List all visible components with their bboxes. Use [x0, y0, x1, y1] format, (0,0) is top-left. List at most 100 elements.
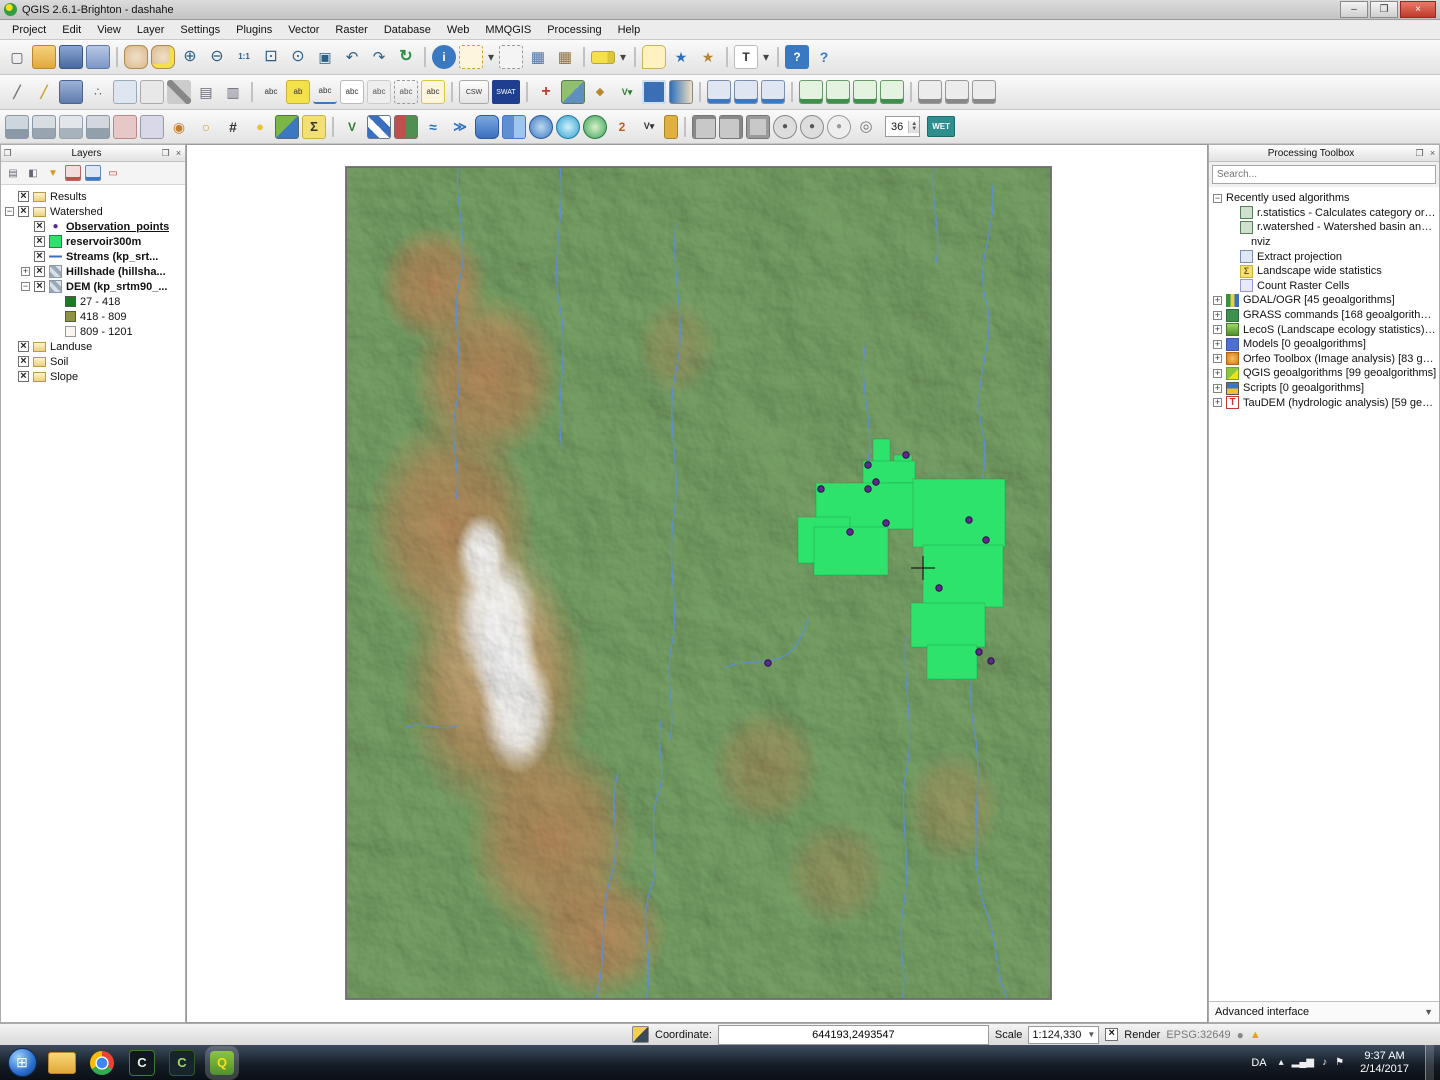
measure-line-icon[interactable]: [591, 50, 615, 64]
remove-layer-icon[interactable]: ▭: [105, 165, 121, 181]
tree-expander-icon[interactable]: +: [1213, 295, 1222, 305]
zoom-to-selection-icon[interactable]: ⊙: [286, 45, 310, 69]
coordinate-input[interactable]: [717, 1024, 989, 1045]
raster-mask-icon[interactable]: [719, 114, 743, 139]
vector-table-green-icon[interactable]: [853, 80, 877, 104]
terrain-analysis-icon[interactable]: [32, 114, 56, 139]
zoom-out-icon[interactable]: ⊖: [205, 45, 229, 69]
map-tips-icon[interactable]: [642, 45, 666, 69]
layer-tree-row[interactable]: 809 - 1201: [3, 324, 183, 339]
menu-item[interactable]: Web: [439, 22, 477, 38]
contour-icon[interactable]: [59, 114, 83, 139]
buffer-dark-icon[interactable]: ●: [773, 114, 797, 139]
layer-tree-row[interactable]: × ● Observation_points: [3, 219, 183, 234]
spinner-arrows-icon[interactable]: ▲ ▼: [908, 120, 920, 133]
show-hidden-icons-icon[interactable]: ▴: [1279, 1057, 1284, 1068]
layer-tree-row[interactable]: − × DEM (kp_srtm90_...: [3, 279, 183, 294]
reshape-icon[interactable]: [113, 114, 137, 139]
taskbar-app[interactable]: [83, 1047, 121, 1078]
layer-visibility-checkbox[interactable]: ×: [18, 356, 29, 367]
close-button[interactable]: ×: [1400, 1, 1436, 18]
layer-tree-row[interactable]: × Results: [3, 189, 183, 204]
raster-clip-icon[interactable]: [746, 114, 770, 139]
copy-features-icon[interactable]: ▤: [194, 80, 218, 104]
algorithm-search-input[interactable]: [1212, 165, 1436, 184]
algorithm-tree-row[interactable]: + Scripts [0 geoalgorithms]: [1211, 381, 1437, 396]
csw-button[interactable]: CSW: [459, 80, 489, 104]
node-tool-icon[interactable]: [140, 80, 164, 104]
select-dropdown-arrow-icon[interactable]: ▾: [486, 45, 496, 69]
label-pinned-icon[interactable]: abc: [313, 80, 337, 104]
measure-dropdown-arrow-icon[interactable]: ▾: [618, 45, 628, 69]
zoom-in-icon[interactable]: ⊕: [178, 45, 202, 69]
interface-mode-select[interactable]: Advanced interface ▼: [1209, 1001, 1439, 1022]
label-icon[interactable]: abc: [259, 80, 283, 104]
messages-icon[interactable]: ●: [1237, 1028, 1244, 1042]
georeferencer-icon[interactable]: [561, 80, 585, 104]
open-project-icon[interactable]: [32, 45, 56, 69]
red-green-pair-icon[interactable]: [394, 114, 418, 139]
move-feature-icon[interactable]: [113, 80, 137, 104]
blue-rounded-icon[interactable]: [475, 114, 499, 139]
tree-expander-icon[interactable]: +: [1213, 325, 1222, 335]
v-dropdown-icon[interactable]: V▾: [637, 115, 661, 139]
select-features-icon[interactable]: [459, 45, 483, 69]
blue-pair-icon[interactable]: [502, 114, 526, 139]
swat-button[interactable]: SWAT: [492, 80, 520, 104]
layer-visibility-checkbox[interactable]: ×: [34, 236, 45, 247]
help-contents-icon[interactable]: ?: [785, 45, 809, 69]
buffer-gray-icon[interactable]: ●: [827, 114, 851, 139]
layer-tree-row[interactable]: × reservoir300m: [3, 234, 183, 249]
rotate-label-icon[interactable]: abc: [394, 80, 418, 104]
layer-visibility-checkbox[interactable]: ×: [34, 251, 45, 262]
manage-layer-visibility-icon[interactable]: ◧: [25, 165, 41, 181]
menu-item[interactable]: Project: [4, 22, 54, 38]
gradient-tool-icon[interactable]: [669, 80, 693, 104]
annotation-dropdown-arrow-icon[interactable]: ▾: [761, 45, 771, 69]
identify-features-icon[interactable]: i: [432, 45, 456, 69]
tree-expander-icon[interactable]: +: [21, 267, 30, 276]
gray-table-icon[interactable]: [945, 80, 969, 104]
graticule-grid-icon[interactable]: #: [221, 115, 245, 139]
statistics-sigma-icon[interactable]: Σ: [302, 114, 326, 139]
taskbar-app[interactable]: C: [163, 1047, 201, 1078]
text-annotation-icon[interactable]: T: [734, 45, 758, 69]
panel-undock-icon[interactable]: ❐: [159, 148, 172, 159]
menu-item[interactable]: Settings: [172, 22, 228, 38]
layer-visibility-checkbox[interactable]: ×: [18, 341, 29, 352]
layer-tree-row[interactable]: × Soil: [3, 354, 183, 369]
buffer-dark-icon[interactable]: ●: [800, 114, 824, 139]
menu-item[interactable]: Plugins: [228, 22, 280, 38]
open-attribute-table-icon[interactable]: ▦: [526, 45, 550, 69]
tree-expander-icon[interactable]: −: [5, 207, 14, 216]
menu-item[interactable]: Help: [610, 22, 649, 38]
refresh-map-icon[interactable]: ↻: [394, 45, 418, 69]
algorithm-tree-row[interactable]: − Recently used algorithms: [1211, 191, 1437, 206]
layer-visibility-checkbox[interactable]: ×: [18, 191, 29, 202]
algorithm-tree-row[interactable]: + GRASS commands [168 geoalgorithms]: [1211, 308, 1437, 323]
save-project-as-icon[interactable]: [86, 45, 110, 69]
blue-wave-icon[interactable]: ≈: [421, 115, 445, 139]
menu-item[interactable]: Edit: [54, 22, 89, 38]
network-icon[interactable]: ▂▄▆: [1292, 1057, 1314, 1068]
move-label-icon[interactable]: abc: [367, 80, 391, 104]
wet-button[interactable]: WET: [927, 116, 955, 137]
algorithm-tree-row[interactable]: nviz: [1211, 235, 1437, 250]
layer-visibility-checkbox[interactable]: ×: [18, 206, 29, 217]
layer-visibility-checkbox[interactable]: ×: [34, 266, 45, 277]
heatmap-icon[interactable]: [86, 114, 110, 139]
tree-expander-icon[interactable]: +: [1213, 398, 1222, 408]
tree-expander-icon[interactable]: +: [1213, 383, 1222, 393]
language-indicator[interactable]: DA: [1247, 1055, 1270, 1071]
algorithm-tree-row[interactable]: Σ Landscape wide statistics: [1211, 264, 1437, 279]
menu-item[interactable]: Raster: [327, 22, 375, 38]
flag-tool-icon[interactable]: [664, 114, 678, 139]
tree-expander-icon[interactable]: −: [1213, 193, 1222, 203]
algorithm-tree-row[interactable]: + QGIS geoalgorithms [99 geoalgorithms]: [1211, 366, 1437, 381]
gold-ring-icon[interactable]: ○: [194, 115, 218, 139]
taskbar-app[interactable]: ⊞: [3, 1047, 41, 1078]
vector-grid-icon[interactable]: V: [340, 115, 364, 139]
render-checkbox[interactable]: ×: [1105, 1028, 1119, 1041]
log-warning-icon[interactable]: ▲: [1250, 1029, 1261, 1041]
panel-close-icon[interactable]: ×: [1426, 148, 1439, 158]
